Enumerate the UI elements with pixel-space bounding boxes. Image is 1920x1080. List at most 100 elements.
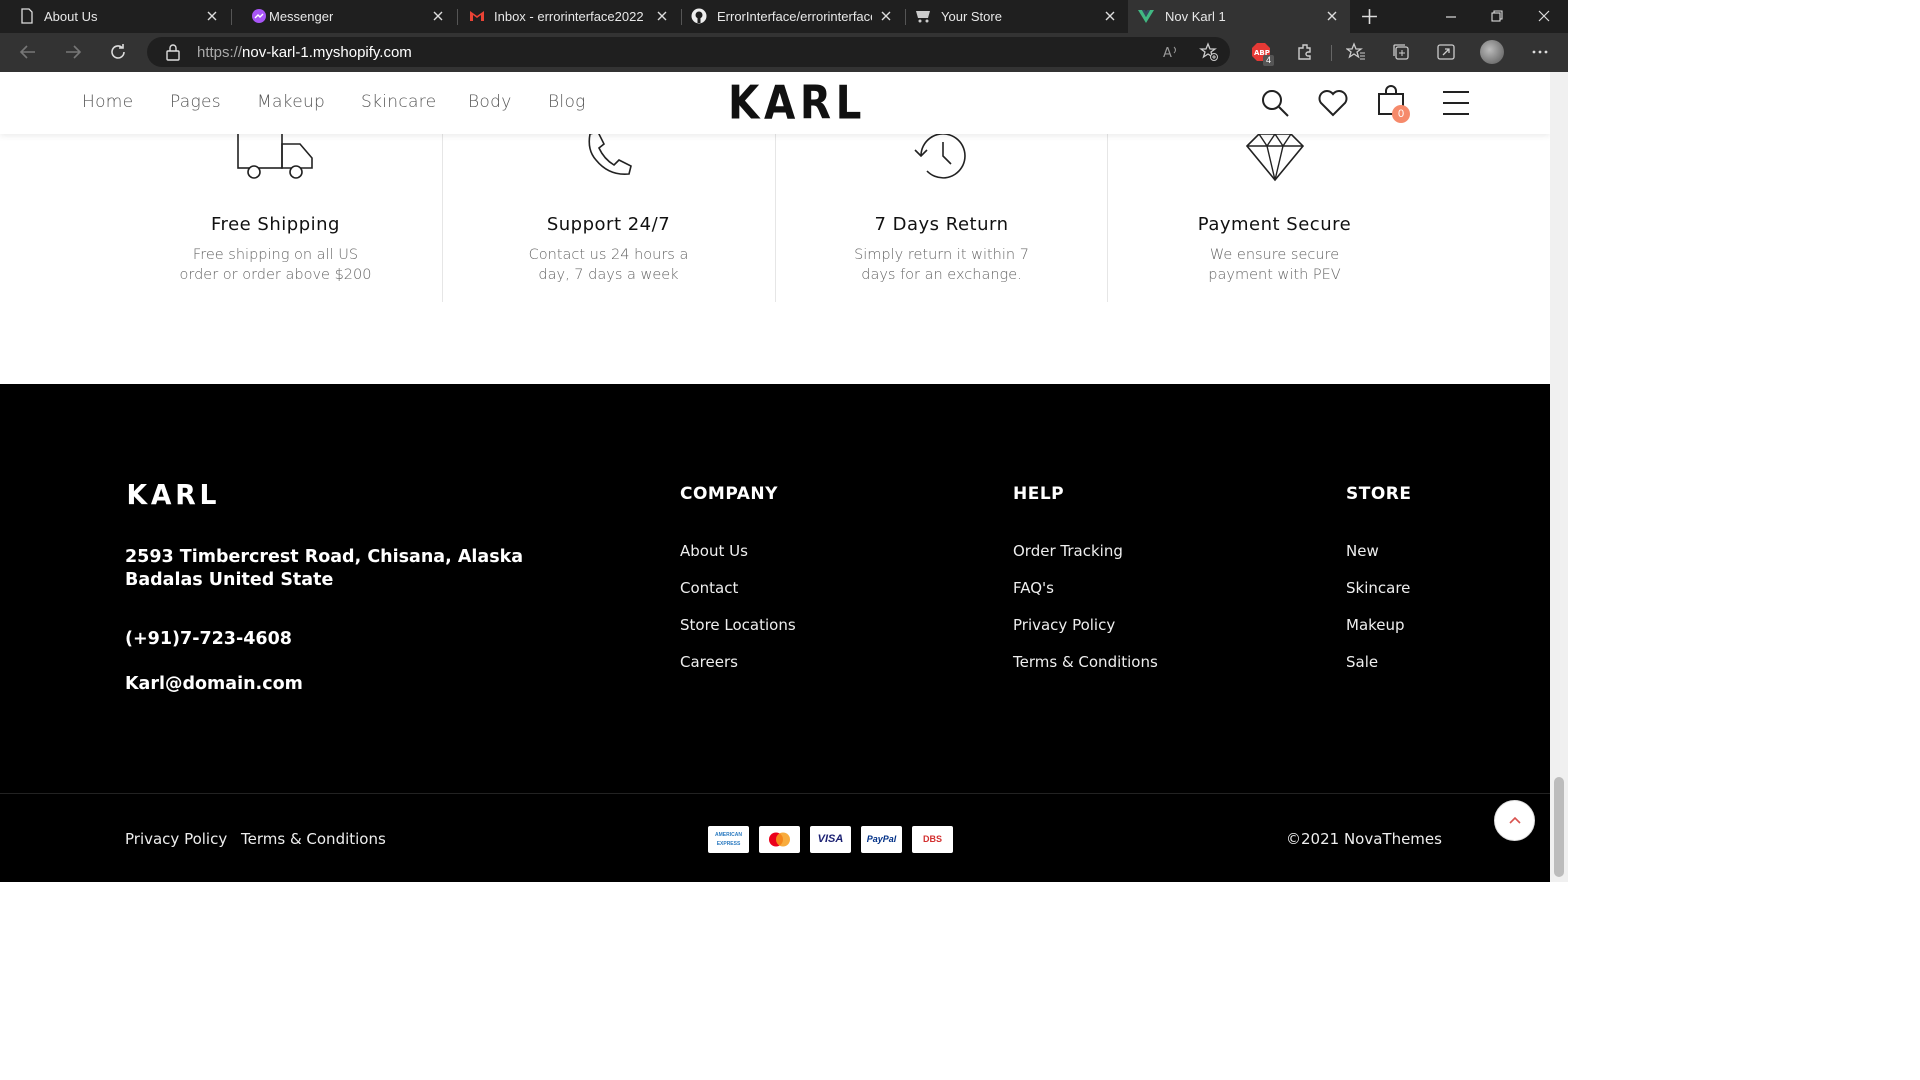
footer-link-careers[interactable]: Careers: [680, 653, 738, 671]
mastercard-logo: [769, 832, 790, 847]
footer-link-new[interactable]: New: [1346, 542, 1379, 560]
tab-your-store[interactable]: Your Store: [906, 0, 1128, 33]
url-scheme: https://: [197, 44, 243, 61]
tab-messenger[interactable]: Messenger: [232, 0, 456, 33]
tab-title: Your Store: [941, 9, 1002, 24]
nav-skincare[interactable]: Skincare: [361, 92, 436, 112]
tab-inbox[interactable]: Inbox - errorinterface2022@: [458, 0, 680, 33]
footer-link-faqs[interactable]: FAQ's: [1013, 579, 1054, 597]
favorite-add-icon[interactable]: [1199, 42, 1219, 62]
feature-title: Free Shipping: [211, 214, 340, 235]
collections-icon[interactable]: [1391, 42, 1411, 62]
nav-home[interactable]: Home: [82, 92, 133, 112]
extensions-icon[interactable]: [1296, 42, 1316, 62]
footer-link-terms[interactable]: Terms & Conditions: [1013, 653, 1158, 671]
feature-description: Free shipping on all US order or order a…: [179, 247, 372, 283]
browser-toolbar: https://nov-karl-1.myshopify.com A ABP 4: [0, 33, 1568, 72]
minimize-icon[interactable]: [1444, 10, 1458, 24]
paypal-payment-icon: PayPal: [861, 826, 902, 853]
mastercard-payment-icon: [759, 826, 800, 853]
svg-text:A: A: [1163, 46, 1172, 61]
github-icon: [691, 8, 707, 24]
truck-icon: [236, 131, 313, 179]
nav-blog[interactable]: Blog: [548, 92, 586, 112]
chevron-up-icon: [1509, 816, 1521, 824]
favorites-icon[interactable]: [1346, 42, 1366, 62]
close-icon[interactable]: [654, 8, 670, 24]
footer-phone[interactable]: (+91)7-723-4608: [125, 628, 292, 651]
tab-title: Messenger: [269, 9, 334, 24]
footer-company-title: COMPANY: [680, 484, 778, 504]
forward-icon[interactable]: [63, 42, 83, 62]
bottom-link-terms[interactable]: Terms & Conditions: [241, 830, 386, 848]
close-window-icon[interactable]: [1537, 9, 1551, 23]
amex-payment-icon: AMERICAN EXPRESS: [708, 826, 749, 853]
footer-email[interactable]: Karl@domain.com: [125, 673, 303, 696]
nav-pages[interactable]: Pages: [170, 92, 221, 112]
profile-avatar[interactable]: [1480, 40, 1504, 64]
address-bar[interactable]: https://nov-karl-1.myshopify.com A: [147, 37, 1230, 67]
store-icon: [916, 11, 930, 23]
toolbar-divider: [1331, 45, 1332, 61]
wishlist-heart-icon[interactable]: [1317, 88, 1349, 118]
footer-link-skincare[interactable]: Skincare: [1346, 579, 1410, 597]
url-text: https://nov-karl-1.myshopify.com: [197, 44, 412, 61]
new-tab-icon[interactable]: [1361, 8, 1378, 25]
back-to-top-button[interactable]: [1494, 800, 1535, 841]
footer-link-sale[interactable]: Sale: [1346, 653, 1378, 671]
close-icon[interactable]: [204, 8, 220, 24]
feature-free-shipping: Free Shipping Free shipping on all US or…: [109, 131, 442, 302]
gmail-icon: [470, 11, 484, 21]
site-header: Home Pages Makeup Skincare Body Blog KAR…: [0, 72, 1550, 134]
footer-link-contact[interactable]: Contact: [680, 579, 738, 597]
tab-nov-karl[interactable]: Nov Karl 1: [1128, 0, 1350, 33]
history-icon: [913, 133, 966, 179]
footer-divider: [0, 793, 1550, 794]
close-icon[interactable]: [1324, 8, 1340, 24]
footer-store-title: STORE: [1346, 484, 1412, 504]
site-footer: KARL 2593 Timbercrest Road, Chisana, Ala…: [0, 384, 1550, 882]
page-scrollbar[interactable]: [1550, 72, 1568, 882]
back-icon[interactable]: [18, 42, 38, 62]
tab-github[interactable]: ErrorInterface/errorinterface.: [682, 0, 904, 33]
share-icon[interactable]: [1436, 42, 1456, 62]
feature-payment-secure: Payment Secure We ensure secure payment …: [1108, 132, 1441, 302]
nav-makeup[interactable]: Makeup: [257, 92, 325, 112]
search-icon[interactable]: [1260, 88, 1290, 118]
tab-about-us[interactable]: About Us: [0, 0, 230, 33]
refresh-icon[interactable]: [108, 42, 128, 62]
footer-link-store-locations[interactable]: Store Locations: [680, 616, 796, 634]
phone-icon: [587, 131, 632, 176]
visa-payment-icon: VISA: [810, 826, 851, 853]
page-icon: [21, 8, 33, 24]
site-logo[interactable]: KARL: [728, 77, 866, 131]
footer-help-title: HELP: [1013, 484, 1065, 504]
close-icon[interactable]: [1102, 8, 1118, 24]
footer-link-makeup[interactable]: Makeup: [1346, 616, 1405, 634]
read-aloud-icon[interactable]: A: [1161, 42, 1181, 62]
footer-link-order-tracking[interactable]: Order Tracking: [1013, 542, 1123, 560]
restore-icon[interactable]: [1490, 9, 1504, 23]
footer-link-about-us[interactable]: About Us: [680, 542, 748, 560]
menu-hamburger-icon[interactable]: [1442, 89, 1470, 117]
messenger-icon: [252, 9, 266, 23]
close-icon[interactable]: [430, 8, 446, 24]
lock-icon[interactable]: [165, 43, 181, 61]
feature-title: Payment Secure: [1197, 214, 1352, 235]
dbs-payment-icon: DBS: [912, 826, 953, 853]
feature-title: 7 Days Return: [874, 214, 1009, 235]
tab-title: Inbox - errorinterface2022@: [494, 9, 644, 24]
browser-tab-bar: About Us Messenger Inbox - errorinterfac…: [0, 0, 1568, 33]
more-icon[interactable]: [1530, 42, 1550, 62]
footer-link-privacy-policy[interactable]: Privacy Policy: [1013, 616, 1115, 634]
close-icon[interactable]: [878, 8, 894, 24]
feature-description: We ensure secure payment with PEV: [1208, 247, 1341, 283]
nav-body[interactable]: Body: [468, 92, 512, 112]
footer-logo[interactable]: KARL: [126, 478, 220, 511]
feature-description: Contact us 24 hours a day, 7 days a week: [528, 247, 689, 283]
bottom-link-privacy-policy[interactable]: Privacy Policy: [125, 830, 227, 848]
scrollbar-thumb[interactable]: [1554, 777, 1564, 877]
footer-address: 2593 Timbercrest Road, Chisana, Alaska B…: [125, 547, 524, 590]
web-page: Home Pages Makeup Skincare Body Blog KAR…: [0, 72, 1550, 882]
feature-description: Simply return it within 7 days for an ex…: [854, 247, 1029, 283]
